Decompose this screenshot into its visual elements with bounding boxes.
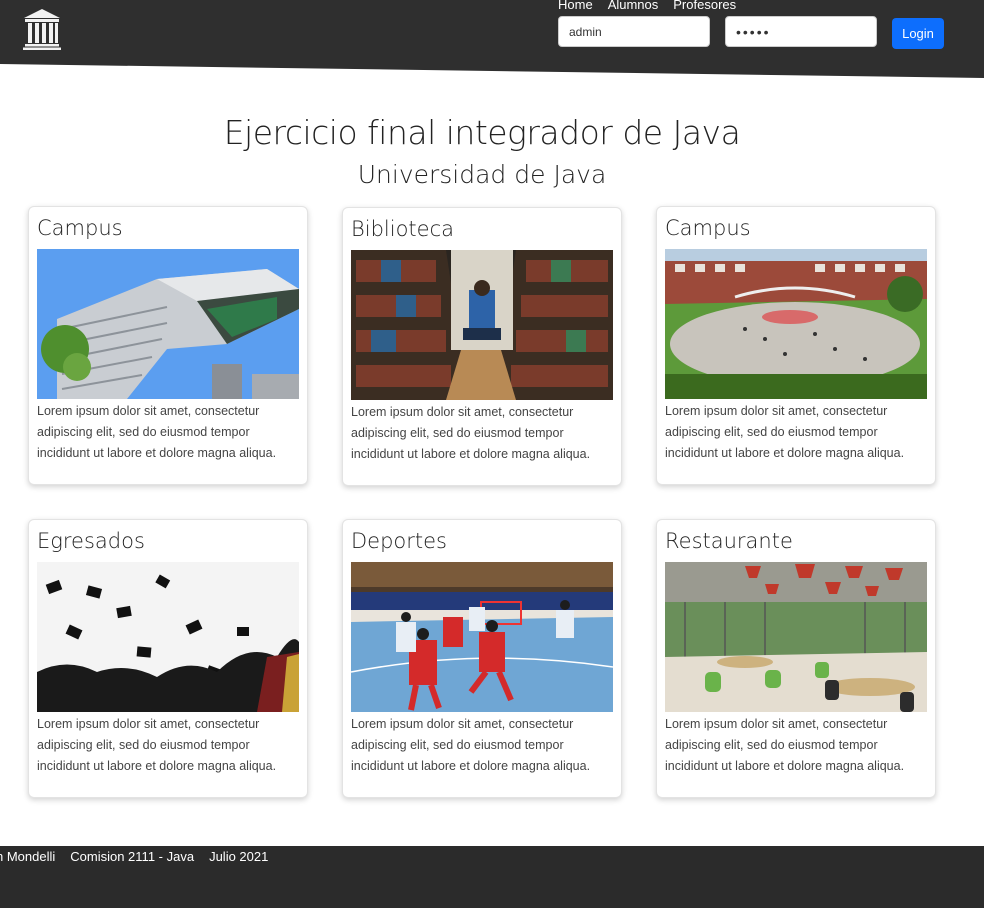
footer: stin Mondelli Comision 2111 - Java Julio… bbox=[0, 846, 984, 908]
nav-alumnos-link[interactable]: Alumnos bbox=[608, 0, 659, 12]
campus-plaza-image bbox=[665, 249, 927, 399]
card-text: Lorem ipsum dolor sit amet, consectetur … bbox=[665, 717, 905, 773]
footer-author: stin Mondelli bbox=[0, 849, 56, 864]
card-title: Campus bbox=[37, 216, 123, 240]
card-title: Biblioteca bbox=[351, 217, 455, 241]
card-campus[interactable]: Campus Lorem ipsum dolor sit amet, conse… bbox=[28, 206, 308, 485]
card-egresados[interactable]: Egresados Lorem ipsum dolor sit amet, co… bbox=[28, 519, 308, 798]
graduation-image bbox=[37, 562, 299, 712]
card-campus-plaza[interactable]: Campus Lorem ipsum dolor sit amet, conse… bbox=[656, 206, 936, 485]
main-nav: Home Alumnos Profesores bbox=[558, 0, 736, 12]
footer-commission: Comision 2111 - Java bbox=[70, 849, 195, 864]
library-image bbox=[351, 250, 613, 400]
card-title: Deportes bbox=[351, 529, 447, 553]
nav-home-link[interactable]: Home bbox=[558, 0, 593, 12]
restaurant-image bbox=[665, 562, 927, 712]
login-button[interactable]: Login bbox=[892, 18, 944, 49]
footer-date: Julio 2021 bbox=[209, 849, 269, 864]
card-title: Egresados bbox=[37, 529, 145, 553]
nav-profesores-link[interactable]: Profesores bbox=[673, 0, 736, 12]
card-text: Lorem ipsum dolor sit amet, consectetur … bbox=[37, 404, 277, 460]
university-logo-icon[interactable] bbox=[22, 8, 62, 50]
card-text: Lorem ipsum dolor sit amet, consectetur … bbox=[351, 717, 591, 773]
card-text: Lorem ipsum dolor sit amet, consectetur … bbox=[37, 717, 277, 773]
card-text: Lorem ipsum dolor sit amet, consectetur … bbox=[351, 405, 591, 461]
card-title: Campus bbox=[665, 216, 751, 240]
card-deportes[interactable]: Deportes Lorem ipsum dolor sit amet, con… bbox=[342, 519, 622, 798]
card-restaurante[interactable]: Restaurante Lorem ipsum dolor sit amet, … bbox=[656, 519, 936, 798]
handball-image bbox=[351, 562, 613, 712]
card-title: Restaurante bbox=[665, 529, 793, 553]
card-text: Lorem ipsum dolor sit amet, consectetur … bbox=[665, 404, 905, 460]
campus-building-image bbox=[37, 249, 299, 399]
page-subtitle: Universidad de Java bbox=[357, 160, 607, 189]
username-input[interactable] bbox=[558, 16, 710, 47]
password-input[interactable] bbox=[725, 16, 877, 47]
page-title: Ejercicio final integrador de Java bbox=[223, 113, 741, 152]
card-biblioteca[interactable]: Biblioteca Lorem ipsum dolor sit amet, c… bbox=[342, 207, 622, 486]
